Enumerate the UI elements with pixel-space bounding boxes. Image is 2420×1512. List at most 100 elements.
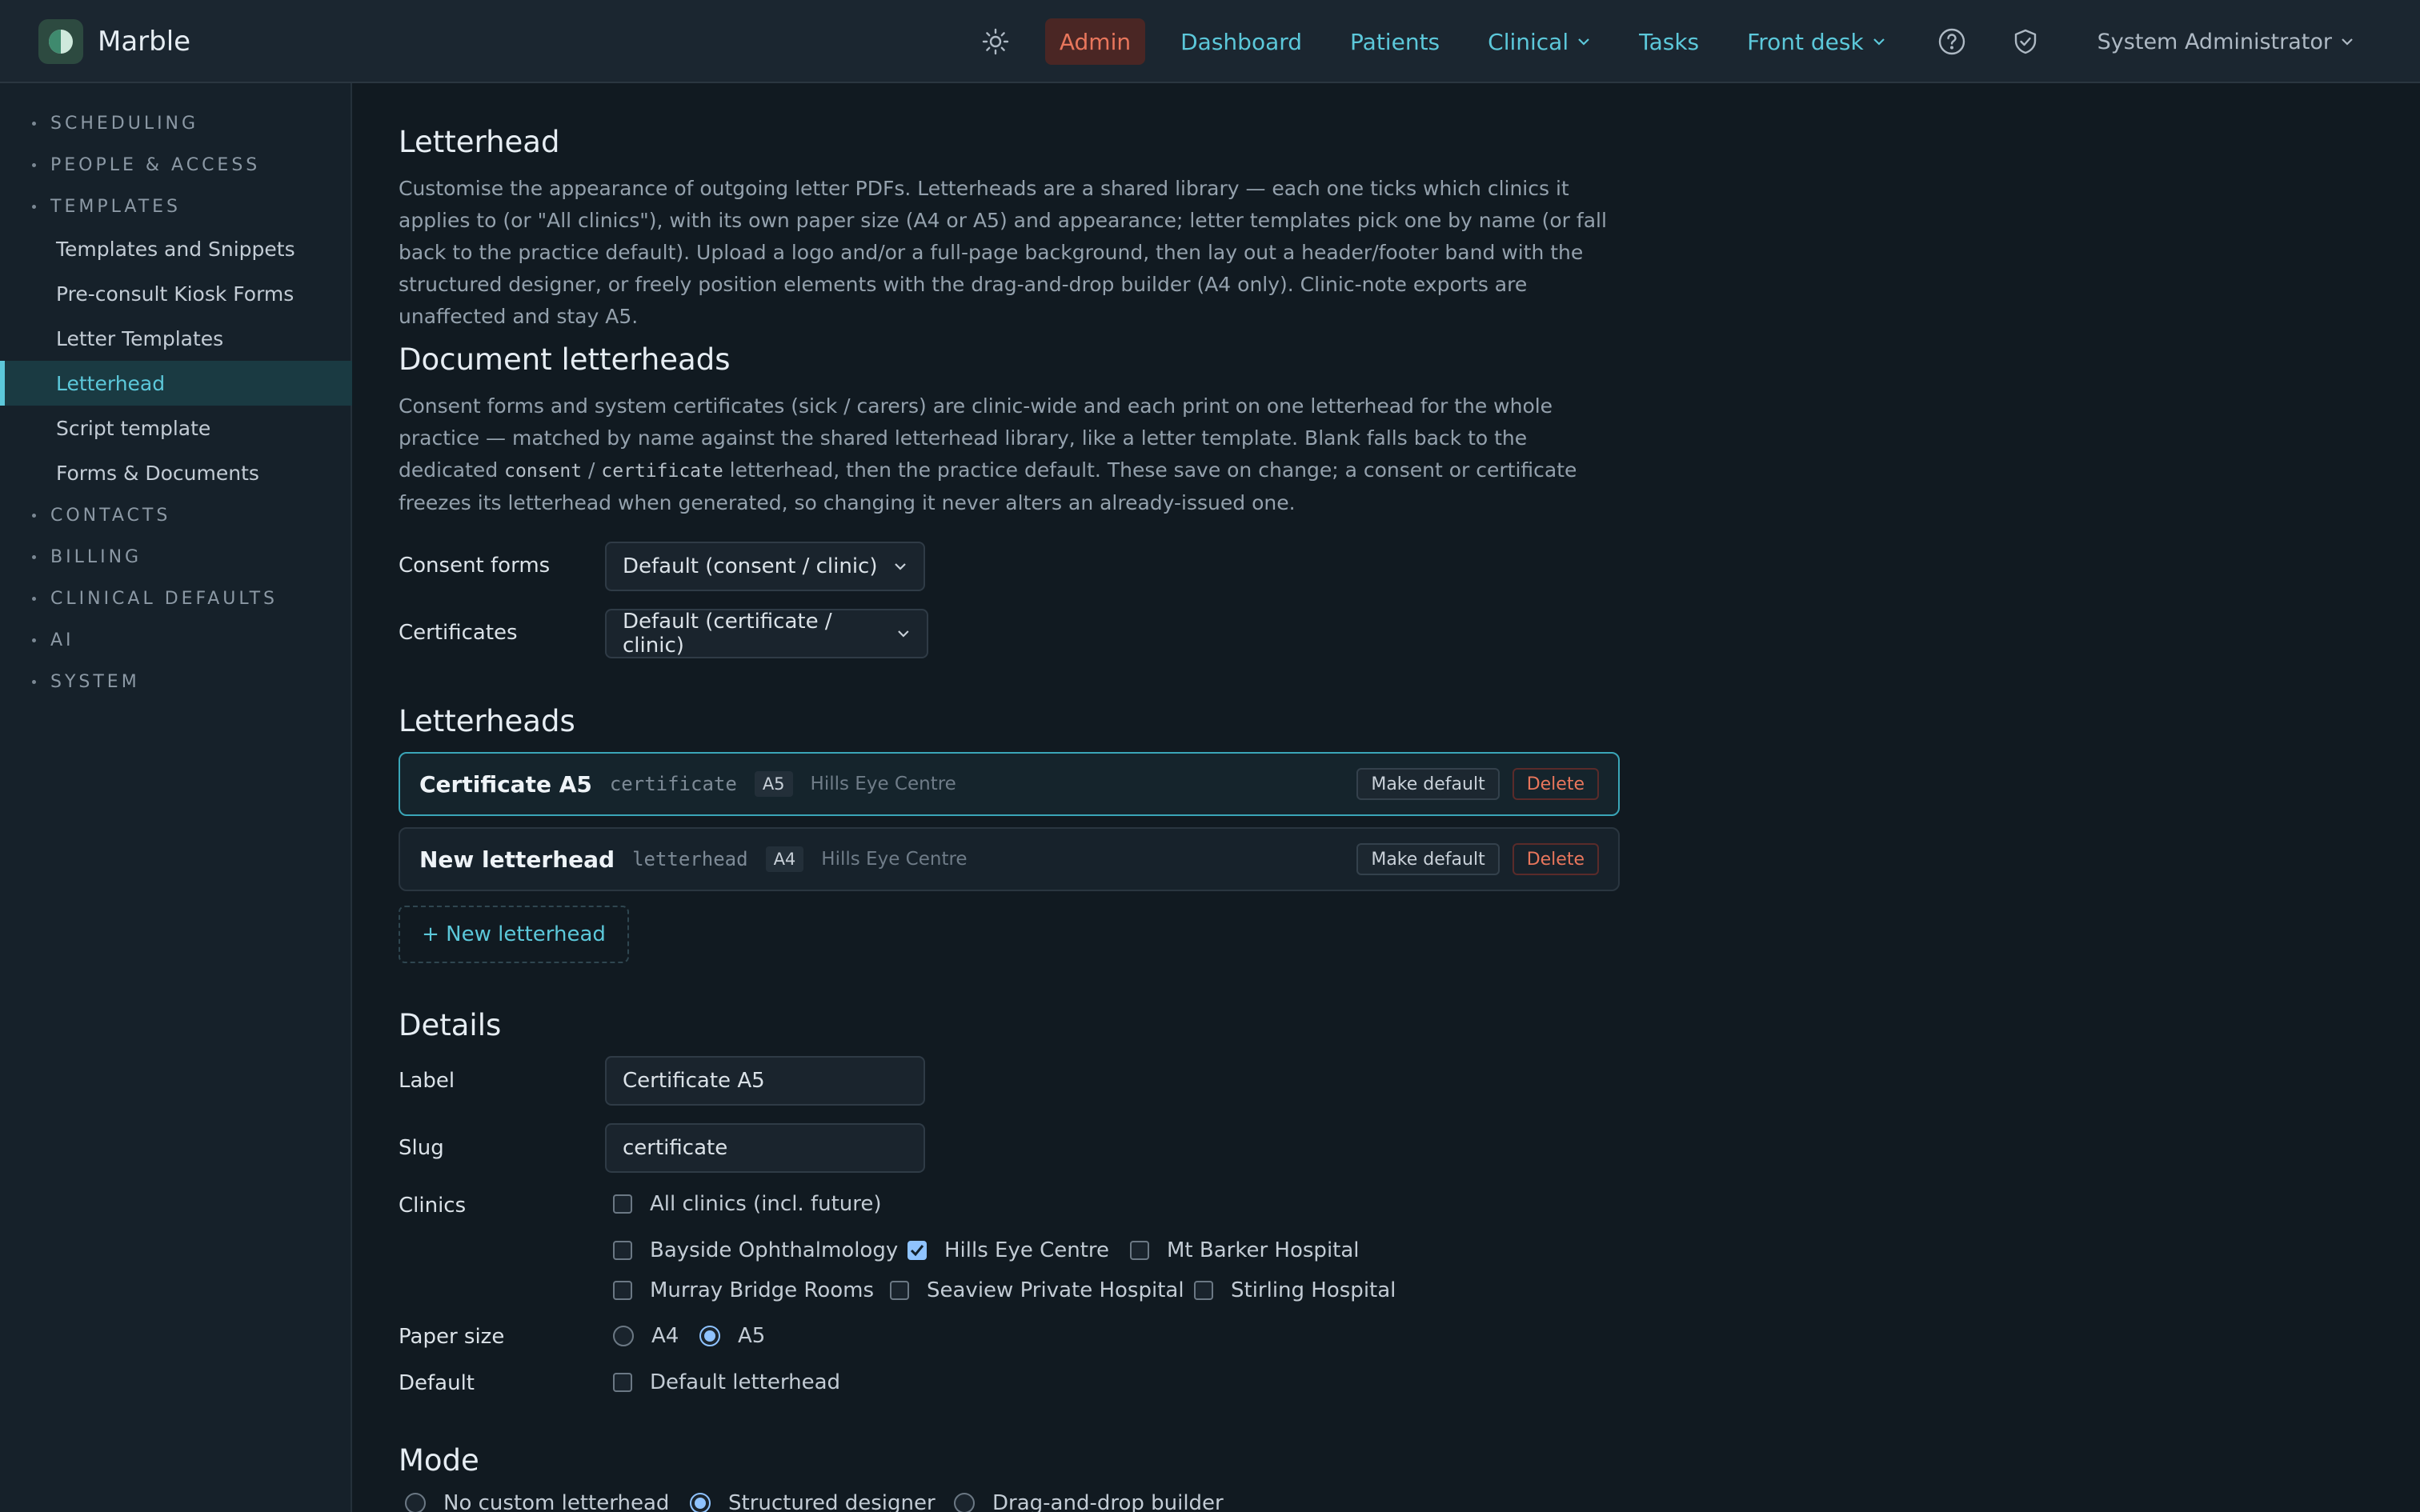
marble-logo-icon [38,19,83,64]
paper-size-badge: A5 [754,771,793,797]
document-letterheads-description: Consent forms and system certificates (s… [399,390,1623,519]
label-input[interactable]: Certificate A5 [605,1056,925,1106]
bullet-icon [32,205,36,209]
sidebar-section-ai[interactable]: AI [32,630,74,650]
make-default-button[interactable]: Make default [1356,768,1500,800]
checkbox-box [613,1194,632,1214]
radio-label: Drag-and-drop builder [992,1491,1224,1512]
clinics-label: Clinics [399,1194,467,1218]
nav-clinical[interactable]: Clinical [1473,19,1605,64]
bullet-icon [32,122,36,126]
sidebar-section-billing[interactable]: BILLING [32,547,142,567]
certificates-select[interactable]: Default (certificate / clinic) [605,609,928,658]
letterhead-clinic: Hills Eye Centre [821,849,968,870]
sidebar-section-templates[interactable]: TEMPLATES [32,197,181,217]
clinic-checkbox-hills[interactable]: Hills Eye Centre [908,1238,1109,1262]
sidebar-section-label: CLINICAL DEFAULTS [50,589,278,609]
slug-input[interactable]: certificate [605,1123,925,1173]
checkbox-label: Seaview Private Hospital [927,1278,1184,1302]
mode-title: Mode [399,1443,479,1478]
nav-front-desk[interactable]: Front desk [1733,19,1901,64]
sidebar-item-kiosk-forms[interactable]: Pre-consult Kiosk Forms [0,271,352,316]
select-value: Default (certificate / clinic) [623,610,832,658]
brand-name: Marble [98,26,191,58]
sidebar-item-letter-templates[interactable]: Letter Templates [0,316,352,361]
checkbox-box [613,1373,632,1392]
checkbox-box [1130,1241,1149,1260]
nav-dashboard[interactable]: Dashboard [1166,19,1316,64]
delete-button[interactable]: Delete [1512,843,1599,875]
sidebar-section-label: AI [50,630,74,650]
brand[interactable]: Marble [38,19,190,64]
paper-size-a5-radio[interactable]: A5 [699,1324,765,1348]
details-title: Details [399,1008,502,1042]
radio-label: A5 [738,1324,766,1348]
consent-forms-label: Consent forms [399,554,551,578]
sidebar-item-templates-snippets[interactable]: Templates and Snippets [0,226,352,271]
chevron-down-icon [898,630,909,638]
radio-label: A4 [651,1324,679,1348]
description-text: / [582,458,602,482]
letterhead-name: New letterhead [419,846,615,873]
checkbox-box [613,1241,632,1260]
sidebar-item-forms-documents[interactable]: Forms & Documents [0,450,352,495]
clinic-checkbox-seaview[interactable]: Seaview Private Hospital [890,1278,1184,1302]
code-certificate: certificate [601,461,723,482]
nav-admin[interactable]: Admin [1044,18,1146,65]
mode-none-radio[interactable]: No custom letterhead [405,1491,669,1512]
chevron-down-icon [1578,38,1589,46]
theme-toggle-icon[interactable] [976,22,1015,61]
chevron-down-icon [1873,38,1885,46]
sidebar-section-label: SYSTEM [50,672,140,692]
mode-drag-drop-radio[interactable]: Drag-and-drop builder [954,1491,1224,1512]
select-value: Default (consent / clinic) [623,554,878,578]
sidebar-section-label: SCHEDULING [50,114,199,134]
letterhead-row[interactable]: Certificate A5 certificate A5 Hills Eye … [399,752,1620,816]
user-menu[interactable]: System Administrator [2083,19,2369,64]
help-icon[interactable] [1933,22,1971,61]
all-clinics-checkbox[interactable]: All clinics (incl. future) [613,1192,882,1216]
sidebar-section-system[interactable]: SYSTEM [32,672,140,692]
bullet-icon [32,163,36,167]
letterheads-title: Letterheads [399,704,575,738]
make-default-button[interactable]: Make default [1356,843,1500,875]
sidebar-section-scheduling[interactable]: SCHEDULING [32,114,198,134]
nav-patients[interactable]: Patients [1336,19,1454,64]
slug-field-label: Slug [399,1136,444,1160]
paper-size-a4-radio[interactable]: A4 [613,1324,679,1348]
sidebar-section-people-access[interactable]: PEOPLE & ACCESS [32,155,260,175]
nav-tasks[interactable]: Tasks [1625,19,1713,64]
letterhead-row[interactable]: New letterhead letterhead A4 Hills Eye C… [399,827,1620,891]
bullet-icon [32,514,36,518]
mode-structured-radio[interactable]: Structured designer [690,1491,936,1512]
sidebar-section-label: TEMPLATES [50,197,181,217]
label-field-label: Label [399,1069,455,1093]
checkbox-label: Bayside Ophthalmology [650,1238,899,1262]
clinic-checkbox-bayside[interactable]: Bayside Ophthalmology [613,1238,898,1262]
default-letterhead-checkbox[interactable]: Default letterhead [613,1370,840,1394]
checkbox-label: All clinics (incl. future) [650,1192,882,1216]
sidebar-section-contacts[interactable]: CONTACTS [32,506,170,526]
radio-circle [613,1326,634,1346]
letterhead-clinic: Hills Eye Centre [810,774,956,794]
bullet-icon [32,555,36,559]
consent-forms-select[interactable]: Default (consent / clinic) [605,542,925,591]
default-label: Default [399,1371,475,1395]
delete-button[interactable]: Delete [1512,768,1599,800]
checkbox-box [613,1281,632,1300]
sidebar-item-script-template[interactable]: Script template [0,406,352,450]
bullet-icon [32,638,36,642]
checkbox-label: Mt Barker Hospital [1167,1238,1360,1262]
new-letterhead-button[interactable]: + New letterhead [399,906,629,963]
radio-label: Structured designer [728,1491,936,1512]
shield-check-icon[interactable] [2006,22,2045,61]
row-actions: Make default Delete [1356,768,1599,800]
chevron-down-icon [895,563,906,570]
clinic-checkbox-stirling[interactable]: Stirling Hospital [1194,1278,1396,1302]
clinic-checkbox-murray-bridge[interactable]: Murray Bridge Rooms [613,1278,874,1302]
sidebar-item-letterhead[interactable]: Letterhead [0,361,352,406]
page-title: Letterhead [399,125,560,159]
sidebar-section-clinical-defaults[interactable]: CLINICAL DEFAULTS [32,589,278,609]
clinic-checkbox-mt-barker[interactable]: Mt Barker Hospital [1130,1238,1360,1262]
top-bar: Marble Admin Dashboard Patients Clinical… [0,0,2420,83]
